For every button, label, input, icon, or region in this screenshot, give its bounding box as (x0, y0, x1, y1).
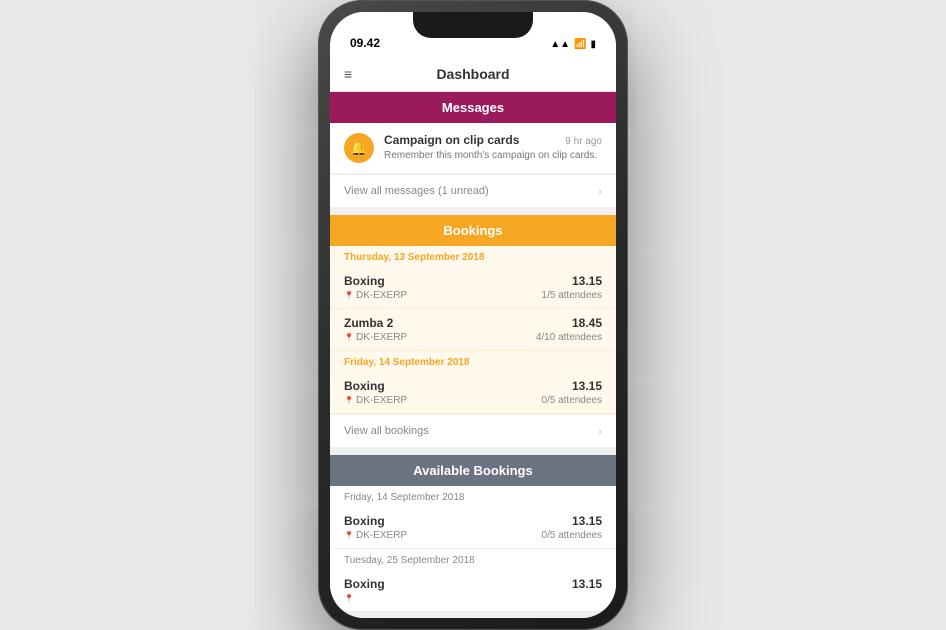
booking-name: Zumba 2 (344, 316, 407, 330)
available-booking-item[interactable]: Boxing DK-EXERP 13.15 0/5 attendees (330, 507, 616, 549)
booking-location: DK-EXERP (344, 290, 407, 301)
view-all-bookings-row[interactable]: View all bookings › (330, 414, 616, 447)
main-content[interactable]: Messages 🔔 Campaign on clip cards 9 hr a… (330, 92, 616, 618)
message-icon: 🔔 (344, 133, 374, 163)
message-body: Campaign on clip cards 9 hr ago Remember… (384, 133, 602, 162)
booking-name: Boxing (344, 379, 407, 393)
status-icons: ▲▲ 📶 ▮ (550, 39, 596, 50)
view-all-messages-row[interactable]: View all messages (1 unread) › (330, 174, 616, 207)
status-time: 09.42 (350, 36, 380, 50)
booking-right: 13.15 0/5 attendees (541, 514, 602, 541)
chevron-right-icon: › (598, 424, 602, 438)
booking-location: DK-EXERP (344, 395, 407, 406)
booking-location (344, 593, 385, 604)
bookings-section: Bookings Thursday, 13 September 2018 Box… (330, 215, 616, 447)
booking-info: Boxing DK-EXERP (344, 274, 407, 301)
booking-item[interactable]: Boxing DK-EXERP 13.15 1/5 attendees (330, 267, 616, 309)
booking-info: Boxing DK-EXERP (344, 379, 407, 406)
booking-right: 13.15 1/5 attendees (541, 274, 602, 301)
booking-time: 18.45 (536, 316, 602, 330)
notch (413, 12, 533, 38)
available-date-1: Friday, 14 September 2018 (330, 486, 616, 507)
view-all-bookings-label: View all bookings (344, 425, 429, 437)
available-booking-item[interactable]: Boxing 13.15 (330, 570, 616, 612)
booking-right: 13.15 0/5 attendees (541, 379, 602, 406)
booking-info: Boxing (344, 577, 385, 604)
booking-time: 13.15 (541, 274, 602, 288)
booking-info: Boxing DK-EXERP (344, 514, 407, 541)
bookings-date-2: Friday, 14 September 2018 (330, 351, 616, 372)
battery-icon: ▮ (590, 39, 596, 50)
booking-name: Boxing (344, 577, 385, 591)
messages-section: Messages 🔔 Campaign on clip cards 9 hr a… (330, 92, 616, 207)
available-date-2: Tuesday, 25 September 2018 (330, 549, 616, 570)
message-item[interactable]: 🔔 Campaign on clip cards 9 hr ago Rememb… (330, 123, 616, 174)
bookings-date-1: Thursday, 13 September 2018 (330, 246, 616, 267)
booking-item[interactable]: Zumba 2 DK-EXERP 18.45 4/10 attendees (330, 309, 616, 351)
message-time: 9 hr ago (565, 136, 602, 147)
nav-title: Dashboard (436, 66, 509, 82)
booking-time: 13.15 (541, 379, 602, 393)
booking-right: 18.45 4/10 attendees (536, 316, 602, 343)
booking-location: DK-EXERP (344, 332, 407, 343)
message-title: Campaign on clip cards (384, 133, 519, 147)
bookings-header: Bookings (330, 215, 616, 246)
chevron-right-icon: › (598, 184, 602, 198)
available-header: Available Bookings (330, 455, 616, 486)
menu-icon[interactable]: ≡ (344, 66, 352, 82)
booking-right: 13.15 (572, 577, 602, 593)
booking-name: Boxing (344, 514, 407, 528)
phone-frame: 09.42 ▲▲ 📶 ▮ ≡ Dashboard Messages 🔔 (318, 0, 628, 630)
nav-bar: ≡ Dashboard (330, 56, 616, 92)
booking-location: DK-EXERP (344, 530, 407, 541)
booking-attendees: 1/5 attendees (541, 290, 602, 301)
booking-item[interactable]: Boxing DK-EXERP 13.15 0/5 attendees (330, 372, 616, 414)
booking-attendees: 4/10 attendees (536, 332, 602, 343)
booking-info: Zumba 2 DK-EXERP (344, 316, 407, 343)
wifi-icon: 📶 (574, 39, 586, 50)
message-title-row: Campaign on clip cards 9 hr ago (384, 133, 602, 147)
messages-header: Messages (330, 92, 616, 123)
phone-screen: 09.42 ▲▲ 📶 ▮ ≡ Dashboard Messages 🔔 (330, 12, 616, 618)
booking-time: 13.15 (541, 514, 602, 528)
message-preview: Remember this month's campaign on clip c… (384, 149, 602, 162)
booking-name: Boxing (344, 274, 407, 288)
view-all-messages-label: View all messages (1 unread) (344, 185, 489, 197)
booking-time: 13.15 (572, 577, 602, 591)
booking-attendees: 0/5 attendees (541, 530, 602, 541)
signal-icon: ▲▲ (550, 39, 570, 50)
available-section: Available Bookings Friday, 14 September … (330, 455, 616, 612)
booking-attendees: 0/5 attendees (541, 395, 602, 406)
